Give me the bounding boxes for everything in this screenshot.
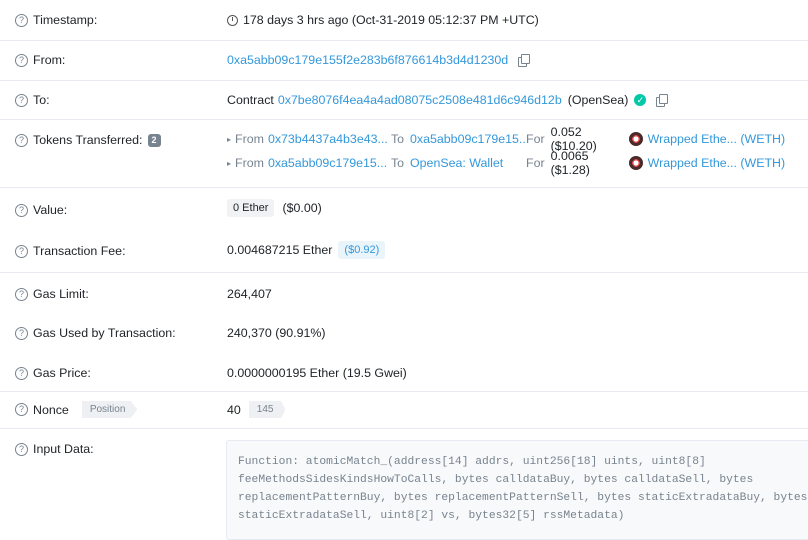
transfer-token-link[interactable]: Wrapped Ethe... (WETH)	[648, 132, 785, 146]
divider	[0, 272, 808, 273]
nonce-value: 40	[227, 402, 241, 417]
value-label: Value:	[33, 203, 68, 217]
from-address-link[interactable]: 0xa5abb09c179e155f2e283b6f876614b3d4d123…	[227, 53, 508, 67]
gas-price-label-group: ? Gas Price:	[15, 366, 91, 380]
transfer-amount: 0.0065 ($1.28)	[550, 149, 590, 177]
gas-used-value: 240,370 (90.91%)	[227, 326, 326, 340]
fee-ether: 0.004687215 Ether	[227, 243, 333, 257]
transfer-to-label: To	[390, 132, 405, 146]
gas-limit-value: 264,407	[227, 287, 272, 301]
gas-used-value-group: 240,370 (90.91%)	[227, 326, 326, 340]
divider	[0, 428, 808, 429]
fee-label-group: ? Transaction Fee:	[15, 244, 126, 258]
to-value-group: Contract 0x7be8076f4ea4a4ad08075c2508e48…	[227, 93, 669, 107]
timestamp-label: Timestamp:	[33, 13, 98, 27]
transfer-from-link[interactable]: 0xa5abb09c179e15...	[268, 156, 387, 170]
tokens-count-badge: 2	[147, 133, 161, 147]
gas-limit-label-group: ? Gas Limit:	[15, 287, 89, 301]
input-data-line: Function: atomicMatch_(address[14] addrs…	[238, 456, 706, 468]
transfer-from-label: From	[235, 156, 264, 170]
transfer-for-label: For	[526, 156, 545, 170]
divider	[0, 80, 808, 81]
token-transfer-row: ▸ From 0xa5abb09c179e15... To OpenSea: W…	[227, 149, 785, 177]
gas-limit-label: Gas Limit:	[33, 287, 89, 301]
value-usd: ($0.00)	[282, 201, 322, 215]
token-transfer-list: ▸ From 0x73b4437a4b3e43... To 0xa5abb09c…	[227, 125, 785, 177]
timestamp-label-group: ? Timestamp:	[15, 13, 97, 27]
fee-usd-badge: ($0.92)	[338, 241, 386, 259]
question-circle-icon[interactable]: ?	[15, 13, 28, 27]
transaction-details: ? Timestamp: 178 days 3 hrs ago (Oct-31-…	[0, 0, 808, 540]
transfer-from-label: From	[235, 132, 264, 146]
question-circle-icon[interactable]: ?	[15, 203, 28, 217]
divider	[0, 391, 808, 392]
gas-price-value: 0.0000000195 Ether (19.5 Gwei)	[227, 366, 407, 380]
question-circle-icon[interactable]: ?	[15, 403, 28, 416]
to-label-group: ? To:	[15, 93, 50, 107]
from-label: From:	[33, 53, 66, 67]
token-transfer-row: ▸ From 0x73b4437a4b3e43... To 0xa5abb09c…	[227, 125, 785, 153]
nonce-label: Nonce	[33, 402, 69, 417]
question-circle-icon[interactable]: ?	[15, 287, 28, 301]
weth-token-icon	[628, 132, 643, 146]
input-data-line: staticExtradataSell, uint8[2] vs, bytes3…	[238, 510, 625, 522]
nonce-value-group: 40 145	[227, 401, 286, 418]
input-data-line: feeMethodsSidesKindsHowToCalls, bytes ca…	[238, 474, 754, 486]
to-contract-name: (OpenSea)	[567, 93, 629, 107]
check-circle-icon: ✓	[634, 94, 647, 106]
question-circle-icon[interactable]: ?	[15, 442, 28, 456]
tokens-label: Tokens Transferred:	[33, 133, 143, 147]
timestamp-value-group: 178 days 3 hrs ago (Oct-31-2019 05:12:37…	[227, 13, 539, 27]
timestamp-value: 178 days 3 hrs ago (Oct-31-2019 05:12:37…	[243, 13, 539, 27]
input-label-group: ? Input Data:	[15, 442, 94, 456]
question-circle-icon[interactable]: ?	[15, 93, 28, 107]
question-circle-icon[interactable]: ?	[15, 133, 28, 147]
divider	[0, 187, 808, 188]
gas-used-label: Gas Used by Transaction:	[33, 326, 176, 340]
gas-price-value-group: 0.0000000195 Ether (19.5 Gwei)	[227, 366, 407, 380]
transfer-to-label: To	[390, 156, 405, 170]
from-label-group: ? From:	[15, 53, 65, 67]
nonce-label-group: ? Nonce Position	[15, 401, 138, 418]
caret-right-icon: ▸	[227, 134, 232, 144]
value-label-group: ? Value:	[15, 203, 67, 217]
tokens-label-group: ? Tokens Transferred: 2	[15, 133, 161, 147]
input-data-box[interactable]: Function: atomicMatch_(address[14] addrs…	[226, 440, 808, 540]
question-circle-icon[interactable]: ?	[15, 244, 28, 258]
question-circle-icon[interactable]: ?	[15, 326, 28, 340]
nonce-position-badge: 145	[248, 401, 286, 418]
value-ether-badge: 0 Ether	[227, 199, 275, 217]
input-label: Input Data:	[33, 442, 94, 456]
transfer-token-link[interactable]: Wrapped Ethe... (WETH)	[648, 156, 785, 170]
to-contract-address-link[interactable]: 0x7be8076f4ea4a4ad08075c2508e481d6c946d1…	[278, 93, 562, 107]
input-data-line: replacementPatternBuy, bytes replacement…	[238, 492, 808, 504]
value-value-group: 0 Ether ($0.00)	[227, 199, 322, 217]
divider	[0, 40, 808, 41]
transfer-for-label: For	[526, 132, 545, 146]
question-circle-icon[interactable]: ?	[15, 53, 28, 67]
transfer-from-link[interactable]: 0x73b4437a4b3e43...	[268, 132, 388, 146]
clock-icon	[227, 14, 238, 26]
transfer-to-link[interactable]: OpenSea: Wallet	[410, 156, 526, 170]
fee-value-group: 0.004687215 Ether ($0.92)	[227, 241, 386, 259]
caret-right-icon: ▸	[227, 158, 232, 168]
weth-token-icon	[628, 156, 643, 170]
to-label: To:	[33, 93, 50, 107]
to-contract-prefix: Contract	[227, 93, 274, 107]
question-circle-icon[interactable]: ?	[15, 366, 28, 380]
copy-icon[interactable]	[656, 93, 669, 107]
transfer-to-link[interactable]: 0xa5abb09c179e15...	[410, 132, 529, 146]
gas-used-label-group: ? Gas Used by Transaction:	[15, 326, 176, 340]
fee-label: Transaction Fee:	[33, 244, 126, 258]
from-value-group: 0xa5abb09c179e155f2e283b6f876614b3d4d123…	[227, 53, 531, 67]
copy-icon[interactable]	[518, 53, 531, 67]
gas-price-label: Gas Price:	[33, 366, 91, 380]
gas-limit-value-group: 264,407	[227, 287, 272, 301]
position-tag: Position	[81, 401, 138, 418]
divider	[0, 119, 808, 120]
